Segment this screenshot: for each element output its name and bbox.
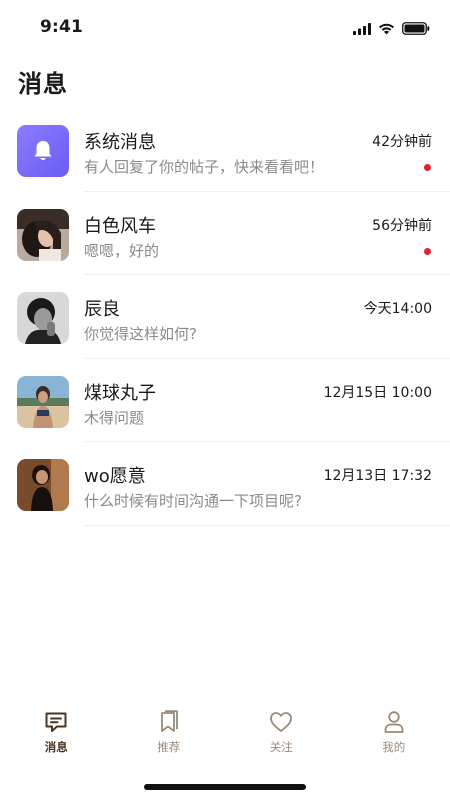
contact-name: 白色风车 [84, 215, 156, 237]
message-row[interactable]: 辰良 你觉得这样如何? 今天14:00 [0, 275, 450, 359]
message-preview: 有人回复了你的帖子，快来看看吧！ [84, 158, 325, 176]
tab-label: 我的 [382, 740, 406, 754]
home-indicator [144, 784, 306, 790]
user-icon [381, 710, 407, 734]
tab-label: 消息 [44, 740, 68, 754]
message-list: 系统消息 有人回复了你的帖子，快来看看吧！ 42分钟前 白色风车 嗯嗯，好的 5… [0, 108, 450, 526]
contact-name: 辰良 [84, 299, 120, 320]
message-time: 12月15日 10:00 [323, 384, 432, 401]
heart-icon [268, 710, 294, 734]
tab-profile[interactable]: 我的 [338, 700, 450, 770]
avatar [17, 208, 69, 261]
status-bar: 9:41 [0, 0, 450, 54]
system-avatar [17, 125, 69, 177]
message-row-system[interactable]: 系统消息 有人回复了你的帖子，快来看看吧！ 42分钟前 [0, 108, 450, 192]
status-icons [353, 20, 430, 39]
tab-recommend[interactable]: 推荐 [113, 700, 226, 770]
unread-dot [424, 164, 431, 171]
message-preview: 你觉得这样如何? [84, 325, 197, 343]
battery-icon [402, 20, 430, 39]
message-icon [43, 710, 69, 734]
avatar [17, 375, 69, 428]
message-preview: 什么时候有时间沟通一下项目呢? [84, 492, 302, 510]
bookmark-icon [156, 710, 182, 734]
tab-label: 推荐 [157, 740, 181, 754]
tab-label: 关注 [269, 740, 293, 754]
wifi-icon [378, 20, 395, 39]
contact-name: 系统消息 [84, 132, 156, 153]
bell-icon [30, 138, 56, 164]
message-row[interactable]: wo愿意 什么时候有时间沟通一下项目呢? 12月13日 17:32 [0, 442, 450, 526]
message-time: 56分钟前 [372, 217, 432, 234]
tab-follow[interactable]: 关注 [225, 700, 338, 770]
divider [84, 524, 450, 526]
message-time: 12月13日 17:32 [323, 468, 432, 484]
cellular-signal-icon [353, 20, 371, 39]
message-preview: 木得问题 [84, 408, 145, 427]
avatar [17, 292, 69, 344]
tab-messages[interactable]: 消息 [0, 700, 113, 770]
message-preview: 嗯嗯，好的 [84, 241, 160, 260]
status-time: 9:41 [40, 17, 84, 37]
tab-bar: 消息 推荐 关注 我的 [0, 700, 450, 770]
avatar [17, 459, 69, 511]
contact-name: 煤球丸子 [84, 382, 156, 404]
contact-name: wo愿意 [84, 466, 146, 487]
message-row[interactable]: 煤球丸子 木得问题 12月15日 10:00 [0, 359, 450, 442]
message-time: 今天14:00 [363, 301, 432, 317]
message-time: 42分钟前 [372, 134, 432, 150]
unread-dot [424, 247, 431, 255]
message-row[interactable]: 白色风车 嗯嗯，好的 56分钟前 [0, 192, 450, 275]
page-title: 消息 [18, 70, 68, 98]
